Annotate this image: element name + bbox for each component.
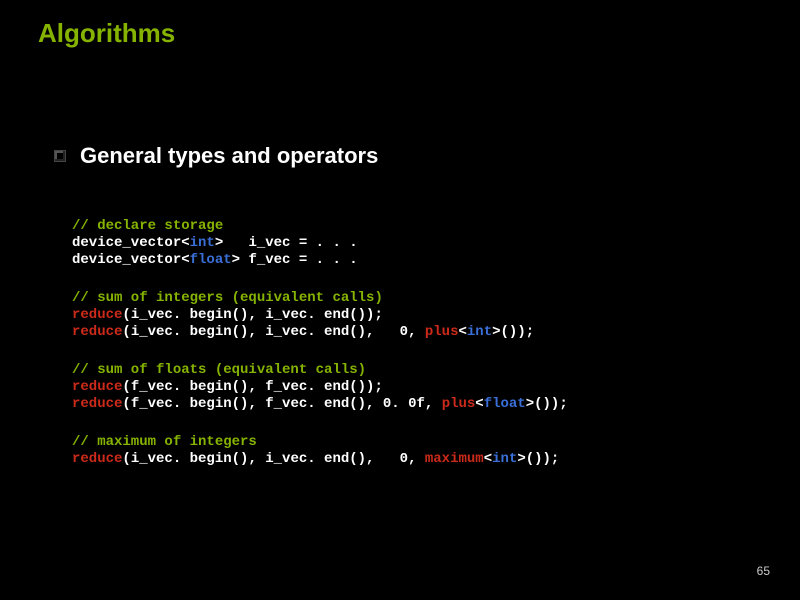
code-text: > i_vec = . . .	[215, 235, 358, 251]
code-comment: // sum of floats (equivalent calls)	[72, 362, 366, 378]
code-keyword: float	[190, 252, 232, 268]
bullet-item: General types and operators	[54, 143, 378, 169]
page-number: 65	[757, 564, 770, 578]
code-function: plus	[442, 396, 476, 412]
slide-title: Algorithms	[38, 18, 175, 49]
code-text: >());	[526, 396, 568, 412]
code-text: (f_vec. begin(), f_vec. end(), 0. 0f,	[122, 396, 441, 412]
code-comment: // maximum of integers	[72, 434, 257, 450]
code-text: <	[475, 396, 483, 412]
code-function: reduce	[72, 451, 122, 467]
code-block-1: // declare storage device_vector<int> i_…	[72, 218, 358, 269]
code-text: <	[181, 235, 189, 251]
code-comment: // declare storage	[72, 218, 223, 234]
slide-subtitle: General types and operators	[80, 143, 378, 169]
code-text: <	[181, 252, 189, 268]
code-keyword: float	[484, 396, 526, 412]
code-keyword: int	[190, 235, 215, 251]
code-text: device_vector	[72, 252, 181, 268]
code-text: >());	[517, 451, 559, 467]
code-function: plus	[425, 324, 459, 340]
code-function: reduce	[72, 307, 122, 323]
bullet-icon	[54, 150, 66, 162]
slide: Algorithms General types and operators /…	[0, 0, 800, 600]
code-text: device_vector	[72, 235, 181, 251]
code-text: >());	[492, 324, 534, 340]
code-block-2: // sum of integers (equivalent calls) re…	[72, 290, 534, 341]
code-text: (i_vec. begin(), i_vec. end(), 0,	[122, 324, 424, 340]
code-text: (i_vec. begin(), i_vec. end());	[122, 307, 382, 323]
code-function: maximum	[425, 451, 484, 467]
code-block-3: // sum of floats (equivalent calls) redu…	[72, 362, 568, 413]
code-function: reduce	[72, 324, 122, 340]
code-function: reduce	[72, 396, 122, 412]
code-comment: // sum of integers (equivalent calls)	[72, 290, 383, 306]
code-text: (i_vec. begin(), i_vec. end(), 0,	[122, 451, 424, 467]
code-text: > f_vec = . . .	[232, 252, 358, 268]
code-text: (f_vec. begin(), f_vec. end());	[122, 379, 382, 395]
code-keyword: int	[467, 324, 492, 340]
code-text: <	[458, 324, 466, 340]
code-text: <	[484, 451, 492, 467]
code-keyword: int	[492, 451, 517, 467]
code-function: reduce	[72, 379, 122, 395]
code-block-4: // maximum of integers reduce(i_vec. beg…	[72, 434, 559, 468]
